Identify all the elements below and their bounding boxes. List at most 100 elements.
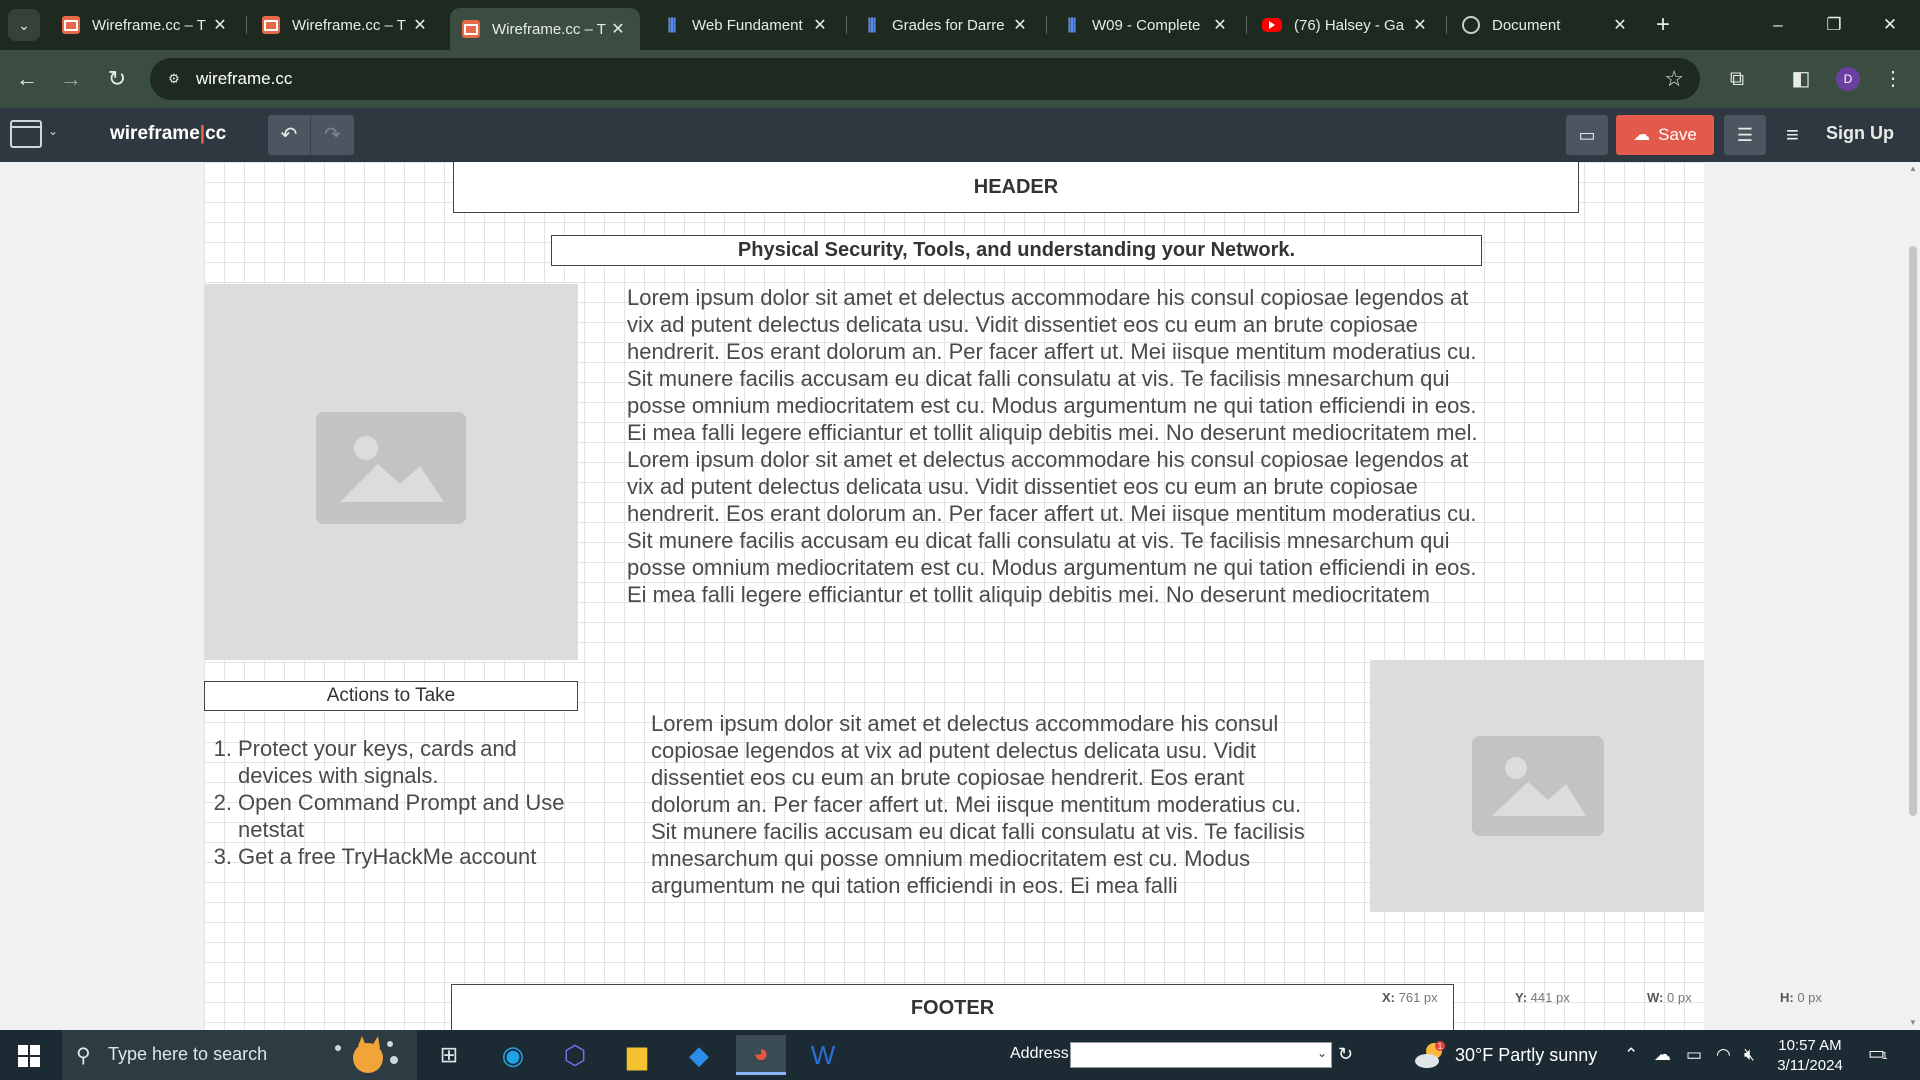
close-icon[interactable]: ✕ [810, 15, 830, 35]
image-placeholder[interactable] [204, 284, 578, 660]
canvas-bars-icon: ||| [867, 16, 876, 33]
canvas-bars-icon: ||| [667, 16, 676, 33]
volume-muted-icon[interactable]: 🔇︎ [1744, 1045, 1755, 1065]
bookmark-star-icon[interactable]: ☆ [1664, 66, 1684, 92]
refresh-icon[interactable]: ↻ [1338, 1044, 1353, 1065]
notification-icon[interactable]: ▭ 1 [1868, 1043, 1894, 1067]
onedrive-icon[interactable]: ☁ [1654, 1045, 1671, 1065]
scroll-down-arrow[interactable]: ▼ [1909, 1018, 1917, 1027]
start-button[interactable] [18, 1045, 40, 1067]
browser-menu-icon[interactable]: ⋮ [1878, 64, 1908, 94]
close-icon[interactable]: ✕ [608, 19, 628, 39]
tab-divider [1046, 16, 1047, 34]
sliders-icon: ☰ [1736, 125, 1754, 145]
image-placeholder[interactable] [1370, 660, 1704, 912]
profile-avatar[interactable]: D [1836, 67, 1860, 91]
scroll-up-arrow[interactable]: ▲ [1909, 164, 1917, 173]
forward-button[interactable]: → [56, 64, 86, 94]
word-icon[interactable]: W [798, 1035, 848, 1075]
list-text: Get a free TryHackMe account [238, 844, 537, 869]
y-label: Y: [1515, 990, 1528, 1005]
wireframe-icon [462, 20, 480, 38]
close-icon[interactable]: ✕ [1210, 15, 1230, 35]
windows-taskbar: ⚲ Type here to search ⊞ ◉ ⬡ ▆ ◆ ◕ W Addr… [0, 1030, 1920, 1080]
browser-tab[interactable]: Document ✕ [1450, 6, 1642, 44]
wireframe-header-box[interactable]: HEADER [453, 162, 1579, 213]
h-value: 0 px [1797, 990, 1822, 1005]
logo-text-suffix: cc [205, 123, 227, 144]
wireframe-icon [62, 16, 80, 34]
file-explorer-icon[interactable]: ▆ [612, 1035, 662, 1075]
weather-icon[interactable]: 1 [1414, 1041, 1446, 1069]
close-icon[interactable]: ✕ [210, 15, 230, 35]
close-icon[interactable]: ✕ [1010, 15, 1030, 35]
h-label: H: [1780, 990, 1794, 1005]
chrome-icon[interactable]: ◕ [736, 1035, 786, 1075]
undo-icon[interactable]: ↶ [268, 115, 311, 155]
edge-icon[interactable]: ◉ [488, 1035, 538, 1075]
close-icon[interactable]: ✕ [410, 15, 430, 35]
app-logo: wireframe|cc [110, 123, 226, 145]
canvas-bars-icon: ||| [1067, 16, 1076, 33]
actions-list[interactable]: 1. Protect your keys, cards and devices w… [204, 735, 584, 870]
weather-text[interactable]: 30°F Partly sunny [1455, 1045, 1597, 1066]
settings-button[interactable]: ☰ [1724, 115, 1766, 155]
paragraph-text-2[interactable]: Lorem ipsum dolor sit amet et delectus a… [651, 710, 1311, 900]
system-clock[interactable]: 10:57 AM 3/11/2024 [1770, 1036, 1850, 1076]
close-icon[interactable]: ✕ [1410, 15, 1430, 35]
window-close-button[interactable]: ✕ [1870, 10, 1910, 40]
sign-up-link[interactable]: Sign Up [1826, 123, 1894, 144]
reload-button[interactable]: ↻ [102, 64, 132, 94]
globe-icon [1462, 16, 1480, 34]
redo-icon[interactable]: ↷ [311, 115, 354, 155]
battery-icon[interactable]: ▭ [1686, 1045, 1702, 1065]
minimize-button[interactable]: – [1758, 10, 1798, 40]
scrollbar-thumb[interactable] [1909, 246, 1917, 816]
tab-search-button[interactable]: ⌄ [8, 9, 40, 41]
new-tab-button[interactable]: + [1648, 10, 1678, 40]
wireframe-footer-box[interactable]: FOOTER [451, 984, 1454, 1030]
browser-tab[interactable]: Wireframe.cc – T ✕ [250, 6, 442, 44]
tab-title: (76) Halsey - Ga [1294, 16, 1405, 34]
comment-button[interactable]: ▭ [1566, 115, 1608, 155]
browser-tab[interactable]: (76) Halsey - Ga ✕ [1250, 6, 1442, 44]
url-text[interactable]: wireframe.cc [196, 69, 292, 89]
list-number: 3. [213, 844, 232, 869]
height-readout: H: 0 px [1780, 990, 1822, 1005]
side-panel-icon[interactable]: ◧ [1786, 64, 1816, 94]
close-icon[interactable]: ✕ [1610, 15, 1630, 35]
wifi-icon[interactable]: ◠ [1716, 1045, 1731, 1065]
site-info-icon[interactable]: ⚙ [164, 69, 184, 89]
clock-time: 10:57 AM [1778, 1037, 1842, 1054]
weather-badge: 1 [1438, 1042, 1443, 1051]
taskbar-search[interactable]: ⚲ Type here to search [62, 1030, 417, 1080]
extensions-icon[interactable]: ⧉ [1722, 64, 1752, 94]
vscode-icon[interactable]: ◆ [674, 1035, 724, 1075]
browser-tab[interactable]: ||| Grades for Darre ✕ [850, 6, 1042, 44]
restore-button[interactable]: ❐ [1814, 10, 1854, 40]
x-label: X: [1382, 990, 1395, 1005]
save-button[interactable]: ☁ Save [1616, 115, 1714, 155]
task-view-icon[interactable]: ⊞ [424, 1035, 474, 1075]
address-bar[interactable]: ⚙ wireframe.cc ☆ [150, 58, 1700, 100]
hamburger-menu-icon[interactable]: ≡ [1786, 122, 1808, 148]
address-toolbar-input[interactable]: ⌄ [1070, 1042, 1332, 1068]
chevron-up-icon[interactable]: ⌃ [1624, 1045, 1638, 1065]
search-placeholder: Type here to search [108, 1044, 268, 1064]
list-number: 1. [213, 736, 232, 761]
browser-tab[interactable]: ||| W09 - Complete ✕ [1050, 6, 1242, 44]
list-text: Protect your keys, cards and devices wit… [238, 736, 517, 788]
tab-divider [1446, 16, 1447, 34]
copilot-icon[interactable]: ⬡ [550, 1035, 600, 1075]
vertical-scrollbar[interactable]: ▲ ▼ [1906, 162, 1920, 1030]
pages-panel-icon[interactable] [10, 120, 42, 148]
wireframe-subtitle-box[interactable]: Physical Security, Tools, and understand… [551, 235, 1482, 266]
paragraph-text-1[interactable]: Lorem ipsum dolor sit amet et delectus a… [627, 284, 1481, 644]
browser-tab[interactable]: ||| Web Fundament ✕ [650, 6, 842, 44]
browser-tab-active[interactable]: Wireframe.cc – T ✕ [450, 8, 640, 50]
browser-tab[interactable]: Wireframe.cc – T ✕ [50, 6, 242, 44]
chevron-down-icon[interactable]: ⌄ [1317, 1046, 1327, 1060]
back-button[interactable]: ← [12, 64, 42, 94]
chevron-down-icon[interactable]: ⌄ [48, 124, 58, 138]
actions-title-box[interactable]: Actions to Take [204, 681, 578, 711]
